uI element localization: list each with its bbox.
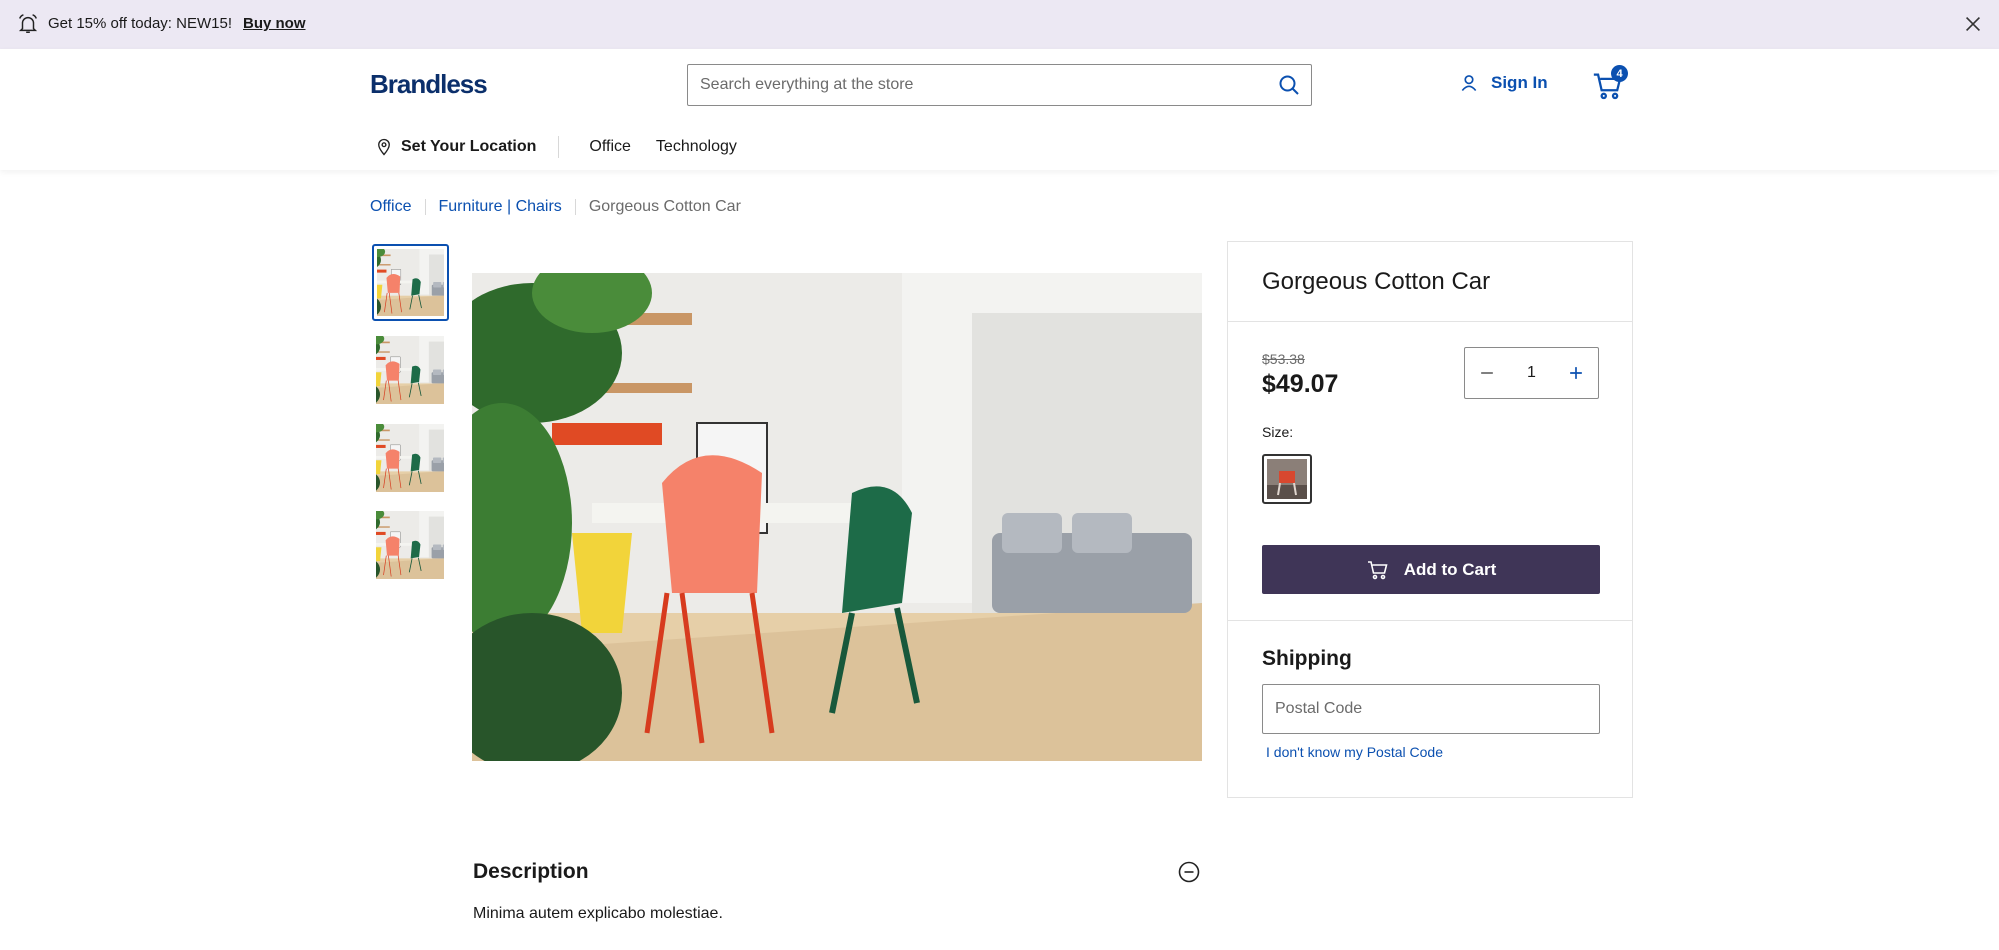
breadcrumb-divider	[574, 199, 576, 215]
thumbnail-image	[376, 336, 444, 404]
product-panel: Gorgeous Cotton Car $53.38 $49.07 1 Size…	[1227, 241, 1633, 798]
location-pin-icon	[378, 138, 390, 156]
original-price: $53.38	[1262, 351, 1305, 367]
minus-icon[interactable]	[1477, 363, 1497, 383]
search-bar	[687, 64, 1312, 106]
user-icon	[1461, 75, 1477, 92]
search-input[interactable]	[688, 65, 1248, 105]
divider	[1228, 321, 1632, 322]
cart-icon	[1367, 560, 1388, 579]
swatch-image	[1267, 459, 1307, 499]
thumbnail-image	[377, 249, 444, 316]
product-title: Gorgeous Cotton Car	[1262, 268, 1491, 295]
add-to-cart-button[interactable]: Add to Cart	[1262, 545, 1600, 594]
set-location-label: Set Your Location	[401, 138, 537, 155]
nav-office[interactable]: Office	[589, 138, 631, 156]
nav-technology[interactable]: Technology	[656, 138, 737, 156]
collapse-icon[interactable]	[1177, 860, 1201, 884]
postal-code-input[interactable]	[1262, 684, 1600, 734]
breadcrumb-divider	[424, 199, 426, 215]
sale-price: $49.07	[1262, 370, 1339, 398]
thumbnail-1[interactable]	[372, 244, 449, 321]
sign-in-label: Sign In	[1491, 73, 1548, 92]
plus-icon[interactable]	[1566, 363, 1586, 383]
description-text: Minima autem explicabo molestiae.	[473, 905, 723, 922]
description-title: Description	[473, 860, 589, 883]
unknown-postal-code-link[interactable]: I don't know my Postal Code	[1266, 744, 1443, 760]
breadcrumb-office[interactable]: Office	[370, 198, 412, 216]
site-header: Brandless Sign In 4 Set Your Location	[0, 49, 1999, 170]
buy-now-link[interactable]: Buy now	[243, 15, 306, 32]
close-icon[interactable]	[1962, 13, 1984, 35]
thumbnail-3[interactable]	[376, 424, 444, 492]
set-location-button[interactable]: Set Your Location	[370, 136, 560, 158]
product-main-image	[472, 273, 1202, 761]
brand-logo[interactable]: Brandless	[370, 69, 488, 100]
add-to-cart-label: Add to Cart	[1403, 559, 1497, 579]
breadcrumb: Office Furniture | Chairs Gorgeous Cotto…	[370, 198, 741, 216]
thumbnail-2[interactable]	[376, 336, 444, 404]
cart-count-badge: 4	[1611, 65, 1628, 82]
thumbnail-image	[376, 511, 444, 579]
size-swatch[interactable]	[1262, 454, 1312, 504]
breadcrumb-current: Gorgeous Cotton Car	[588, 198, 741, 215]
shipping-title: Shipping	[1262, 647, 1352, 670]
thumbnail-4[interactable]	[376, 511, 444, 579]
quantity-value[interactable]: 1	[1527, 364, 1536, 382]
thumbnail-image	[376, 424, 444, 492]
breadcrumb-furniture-chairs[interactable]: Furniture | Chairs	[439, 198, 562, 216]
bell-icon	[18, 14, 38, 33]
quantity-stepper: 1	[1464, 347, 1599, 399]
size-label: Size:	[1262, 424, 1294, 440]
search-icon[interactable]	[1277, 73, 1301, 97]
sign-in-button[interactable]: Sign In	[1459, 73, 1548, 93]
cart-button[interactable]: 4	[1591, 65, 1628, 103]
divider	[1228, 620, 1632, 621]
promo-message: Get 15% off today: NEW15!	[48, 15, 232, 32]
sub-navigation: Set Your Location Office Technology	[370, 135, 762, 159]
promo-banner: Get 15% off today: NEW15! Buy now	[0, 0, 1999, 49]
